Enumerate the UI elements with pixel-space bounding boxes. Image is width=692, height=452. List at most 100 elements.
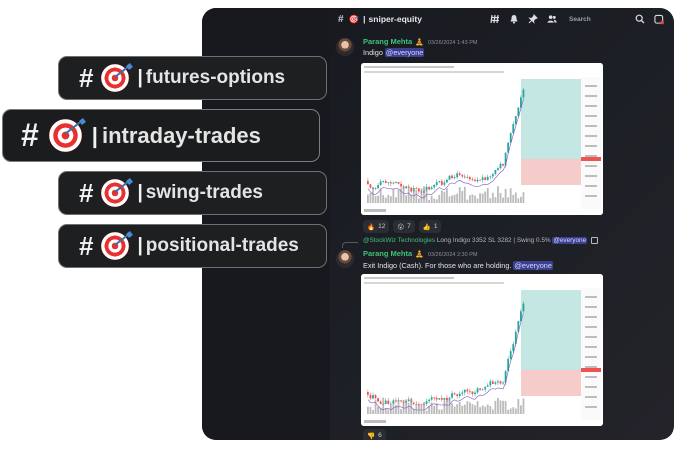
channel-separator: | [137, 235, 143, 256]
candle-body [463, 389, 466, 393]
inbox-icon[interactable] [654, 14, 664, 24]
target-dart-icon [48, 117, 86, 152]
search-icon[interactable] [635, 14, 645, 24]
target-emoji-icon: 🎯 [348, 13, 360, 24]
volume-bar [476, 401, 479, 414]
candle-body [494, 382, 497, 384]
candle-body [430, 187, 433, 190]
channel-hash-icon: # [79, 177, 94, 208]
chart-ohlc-text-placeholder [364, 282, 504, 284]
channel-pill-futures-options[interactable]: # | futures-options [58, 56, 327, 100]
reaction-fire[interactable]: 🔥 12 [363, 220, 390, 233]
volume-bar [474, 195, 476, 203]
message-body: Indigo [363, 48, 385, 57]
volume-bar [458, 401, 461, 414]
volume-bar [397, 189, 400, 203]
reaction-thumbs-up[interactable]: 👍 1 [418, 220, 442, 233]
target-dart-icon [101, 177, 134, 207]
volume-bar [507, 409, 510, 414]
volume-bar [377, 406, 379, 414]
candle-body [374, 188, 377, 189]
everyone-mention[interactable]: @everyone [384, 48, 425, 57]
volume-bar [512, 194, 515, 203]
candle-body [379, 181, 382, 186]
message-author[interactable]: Parang Mehta 🧘 03/26/2024 1:43 PM [363, 37, 477, 46]
price-tick-label [585, 115, 597, 117]
candle-body [499, 163, 502, 169]
channel-pill-swing-trades[interactable]: # | swing-trades [58, 171, 327, 215]
volume-bar [430, 195, 433, 203]
reply-author[interactable]: @StockWiz Technologies [363, 237, 435, 244]
candle-body [400, 183, 402, 187]
members-icon[interactable] [547, 14, 557, 24]
volume-bar [504, 401, 507, 414]
channel-title: sniper-equity [368, 14, 422, 24]
volume-bar [418, 404, 420, 414]
reaction-thumbs-down[interactable]: 👎 6 [363, 429, 386, 440]
volume-bar [453, 406, 456, 414]
thumbs-down-emoji-icon: 👎 [367, 432, 376, 440]
candle-body [453, 177, 456, 179]
reaction-surprised[interactable]: 😮 7 [393, 220, 415, 233]
volume-bar [507, 197, 510, 203]
avatar[interactable] [336, 38, 354, 56]
candle-body [418, 188, 420, 192]
candle-body [456, 173, 459, 178]
candle-body [476, 179, 479, 182]
volume-bar [456, 193, 459, 203]
candle-body [384, 400, 387, 404]
volume-bar [440, 190, 443, 203]
volume-bar [448, 398, 451, 414]
author-name[interactable]: Parang Mehta [363, 249, 412, 258]
volume-bar [369, 406, 372, 414]
volume-bar [382, 195, 385, 203]
candle-body [395, 400, 397, 402]
reaction-count: 12 [378, 223, 386, 230]
price-tick-label [585, 105, 597, 107]
channel-name: futures-options [145, 67, 286, 88]
channel-pill-intraday-trades[interactable]: # | intraday-trades [2, 109, 320, 162]
chart-image-embed[interactable] [361, 63, 603, 215]
candle-body [379, 401, 382, 404]
fire-emoji-icon: 🔥 [367, 223, 376, 231]
message-author[interactable]: Parang Mehta 🧘 03/26/2024 2:30 PM [363, 249, 477, 258]
candle-body [461, 392, 464, 394]
price-tick-label [585, 336, 597, 338]
everyone-mention[interactable]: @everyone [513, 261, 553, 270]
volume-bar [489, 406, 492, 414]
bell-icon[interactable] [509, 14, 519, 24]
volume-bar [494, 197, 497, 203]
reply-preview[interactable]: @StockWiz Technologies Long Indigo 3352 … [363, 237, 598, 245]
volume-bar [420, 404, 423, 414]
author-name[interactable]: Parang Mehta [363, 37, 412, 46]
volume-bar [382, 397, 385, 414]
volume-bar [476, 198, 479, 203]
price-tick-label [585, 135, 597, 137]
price-tick-label [585, 175, 597, 177]
volume-bar [423, 402, 425, 414]
pin-icon[interactable] [528, 14, 538, 24]
candle-body [443, 397, 446, 400]
volume-bar [377, 195, 379, 203]
channel-hash-icon: # [79, 62, 94, 93]
search-input[interactable]: Search [566, 13, 626, 26]
channel-pill-positional-trades[interactable]: # | positional-trades [58, 224, 327, 268]
chart-image-embed[interactable] [361, 274, 603, 426]
reactions-bar: 👎 6 [363, 429, 386, 440]
channel-name: positional-trades [145, 235, 299, 256]
stop-zone [521, 370, 581, 396]
volume-bar [443, 191, 446, 203]
threads-icon[interactable] [490, 14, 500, 24]
avatar[interactable] [336, 250, 354, 268]
candle-body [435, 182, 438, 185]
stop-zone [521, 159, 581, 185]
volume-bar [453, 194, 456, 203]
candle-body [489, 176, 492, 178]
channel-separator: | [137, 67, 143, 88]
message-1: Parang Mehta 🧘 03/26/2024 1:43 PM Indigo @… [330, 32, 674, 233]
channel-separator: | [363, 14, 366, 24]
target-dart-icon [101, 62, 134, 92]
candle-body [461, 175, 464, 177]
tradingview-watermark [364, 420, 386, 423]
candle-body [397, 182, 400, 184]
